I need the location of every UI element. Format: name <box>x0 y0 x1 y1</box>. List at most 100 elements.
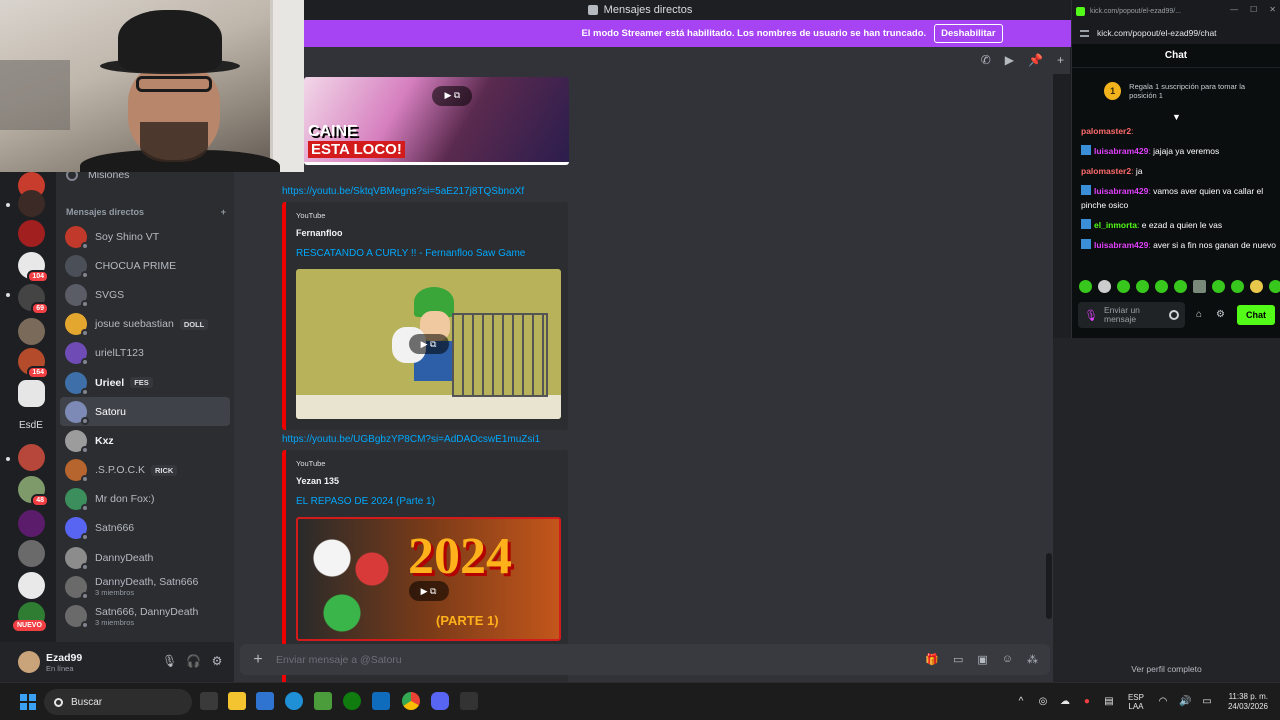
server-icon[interactable]: 69 <box>18 284 49 315</box>
video-icon[interactable]: ▶ <box>1005 53 1014 67</box>
server-icon[interactable]: 48 <box>18 476 49 507</box>
store-icon[interactable] <box>256 692 274 710</box>
kick-username[interactable]: palomaster2 <box>1081 126 1131 136</box>
dm-item[interactable]: Soy Shino VT <box>60 222 230 251</box>
view-profile-link[interactable]: Ver perfil completo <box>1053 664 1280 674</box>
server-icon[interactable] <box>18 190 45 217</box>
server-icon[interactable] <box>18 510 45 537</box>
add-attachment-icon[interactable]: + <box>240 651 276 669</box>
sticker-icon[interactable]: ▣ <box>977 653 987 666</box>
embed-title[interactable]: RESCATANDO A CURLY !! - Fernanfloo Saw G… <box>296 248 525 259</box>
kick-username[interactable]: luisabram429 <box>1094 186 1148 196</box>
dm-item[interactable]: urielLT123 <box>60 339 230 368</box>
pinned-icon[interactable]: ▼ <box>1172 112 1181 122</box>
kick-chat-button[interactable]: Chat <box>1237 305 1275 325</box>
add-dm-icon[interactable]: + <box>221 207 226 217</box>
obs-icon[interactable] <box>460 692 478 710</box>
settings-sliders-icon[interactable] <box>1080 29 1089 37</box>
kick-username[interactable]: luisabram429 <box>1094 146 1148 156</box>
emote-icon[interactable] <box>1193 280 1206 293</box>
headphones-icon[interactable]: 🎧 <box>186 654 201 668</box>
apps-icon[interactable]: ⁂ <box>1027 653 1038 666</box>
pin-icon[interactable]: 📌 <box>1028 53 1043 67</box>
dm-item[interactable]: DannyDeath <box>60 543 230 572</box>
task-view-icon[interactable] <box>200 692 218 710</box>
taskbar-search[interactable]: Buscar <box>44 689 192 715</box>
dm-item[interactable]: SVGS <box>60 280 230 309</box>
volume-icon[interactable]: 🔊 <box>1179 696 1191 708</box>
server-icon[interactable] <box>18 318 45 345</box>
dm-item[interactable]: DannyDeath, Satn666 3 miembros <box>60 572 230 601</box>
file-explorer-icon[interactable] <box>228 692 246 710</box>
dm-item[interactable]: josue suebastian DOLL <box>60 310 230 339</box>
server-icon[interactable]: 104 <box>18 252 49 283</box>
clock[interactable]: 11:38 p. m. 24/03/2026 <box>1228 692 1268 712</box>
xbox-icon[interactable] <box>343 692 361 710</box>
server-icon[interactable] <box>18 572 45 599</box>
emote-icon[interactable] <box>1250 280 1263 293</box>
play-icon[interactable]: ▶ ⧉ <box>408 581 449 601</box>
gif-icon[interactable]: ▭ <box>953 653 963 666</box>
minecraft-icon[interactable] <box>314 692 332 710</box>
kick-url-bar[interactable]: kick.com/popout/el-ezad99/chat <box>1072 22 1280 44</box>
dm-item[interactable]: Satoru <box>60 397 230 427</box>
mic-icon[interactable]: ● <box>1081 696 1093 708</box>
gift-leaderboard[interactable]: 1 Regala 1 suscripción para tomar la pos… <box>1104 82 1274 100</box>
emote-icon[interactable] <box>1174 280 1187 293</box>
dm-item[interactable]: Urieel FES <box>60 368 230 397</box>
kick-username[interactable]: el_inmorta <box>1094 220 1137 230</box>
embed-author[interactable]: Yezan 135 <box>296 476 339 486</box>
server-icon[interactable] <box>18 444 45 471</box>
call-icon[interactable]: ✆ <box>981 53 991 67</box>
tray-app-icon[interactable]: ◎ <box>1037 696 1049 708</box>
play-icon[interactable]: ▶ ⧉ <box>408 334 449 354</box>
emote-icon[interactable] <box>1079 280 1092 293</box>
server-icon[interactable]: 164 <box>18 348 49 379</box>
video-thumbnail[interactable]: ▶ ⧉ <box>296 269 561 419</box>
language-indicator[interactable]: ESP LAA <box>1128 693 1144 711</box>
video-thumbnail[interactable]: CAINE ESTA LOCO! ▶ ⧉ <box>304 77 569 165</box>
emote-icon[interactable] <box>1136 280 1149 293</box>
embed-author[interactable]: Fernanfloo <box>296 228 343 238</box>
video-thumbnail[interactable]: 2024 (PARTE 1) ▶ ⧉ <box>296 517 561 641</box>
emote-icon[interactable] <box>1231 280 1244 293</box>
dm-item[interactable]: Satn666, DannyDeath 3 miembros <box>60 601 230 630</box>
disable-streamer-button[interactable]: Deshabilitar <box>934 24 1003 43</box>
message-input[interactable] <box>276 653 926 666</box>
mic-icon[interactable]: 🎙 <box>1084 309 1104 322</box>
message-link[interactable]: https://youtu.be/SktqVBMegns?si=5aE217j8… <box>282 186 524 197</box>
emote-icon[interactable] <box>1269 280 1280 293</box>
play-icon[interactable]: ▶ ⧉ <box>432 85 473 106</box>
kick-username[interactable]: luisabram429 <box>1094 240 1148 250</box>
cloud-icon[interactable]: ☁ <box>1059 696 1071 708</box>
emote-icon[interactable] <box>1117 280 1130 293</box>
chrome-icon[interactable] <box>402 692 420 710</box>
outlook-icon[interactable] <box>372 692 390 710</box>
chevron-up-icon[interactable]: ^ <box>1015 696 1027 708</box>
kick-send-input[interactable]: 🎙 Enviar un mensaje <box>1078 302 1185 328</box>
emote-icon[interactable] <box>1098 280 1111 293</box>
emoji-icon[interactable] <box>1169 310 1179 320</box>
server-icon[interactable] <box>18 540 45 567</box>
battery-icon[interactable]: ▭ <box>1201 696 1213 708</box>
dm-item[interactable]: Kxz <box>60 426 230 455</box>
windows-start-icon[interactable] <box>20 694 36 710</box>
dm-item[interactable]: CHOCUA PRIME <box>60 251 230 280</box>
gift-icon[interactable]: 🎁 <box>925 653 939 666</box>
server-icon[interactable] <box>18 380 45 407</box>
dm-item[interactable]: .S.P.O.C.K RICK <box>60 456 230 485</box>
user-avatar[interactable] <box>18 651 40 673</box>
gear-icon[interactable]: ⚙ <box>210 654 224 668</box>
tray-app-icon[interactable]: ▤ <box>1103 696 1115 708</box>
wifi-icon[interactable]: ◠ <box>1157 696 1169 708</box>
message-link[interactable]: https://youtu.be/UGBgbzYP8CM?si=AdDAOcsw… <box>282 434 540 445</box>
add-friend-icon[interactable]: + <box>1057 53 1064 67</box>
maximize-icon[interactable]: ☐ <box>1250 5 1257 14</box>
kick-username[interactable]: palomaster2 <box>1081 166 1131 176</box>
minimize-icon[interactable]: — <box>1230 5 1238 14</box>
close-icon[interactable]: ✕ <box>1269 5 1276 14</box>
edge-icon[interactable] <box>285 692 303 710</box>
embed-title[interactable]: EL REPASO DE 2024 (Parte 1) <box>296 496 435 507</box>
emoji-icon[interactable]: ☺ <box>1002 653 1013 666</box>
dm-item[interactable]: Mr don Fox:) <box>60 485 230 514</box>
